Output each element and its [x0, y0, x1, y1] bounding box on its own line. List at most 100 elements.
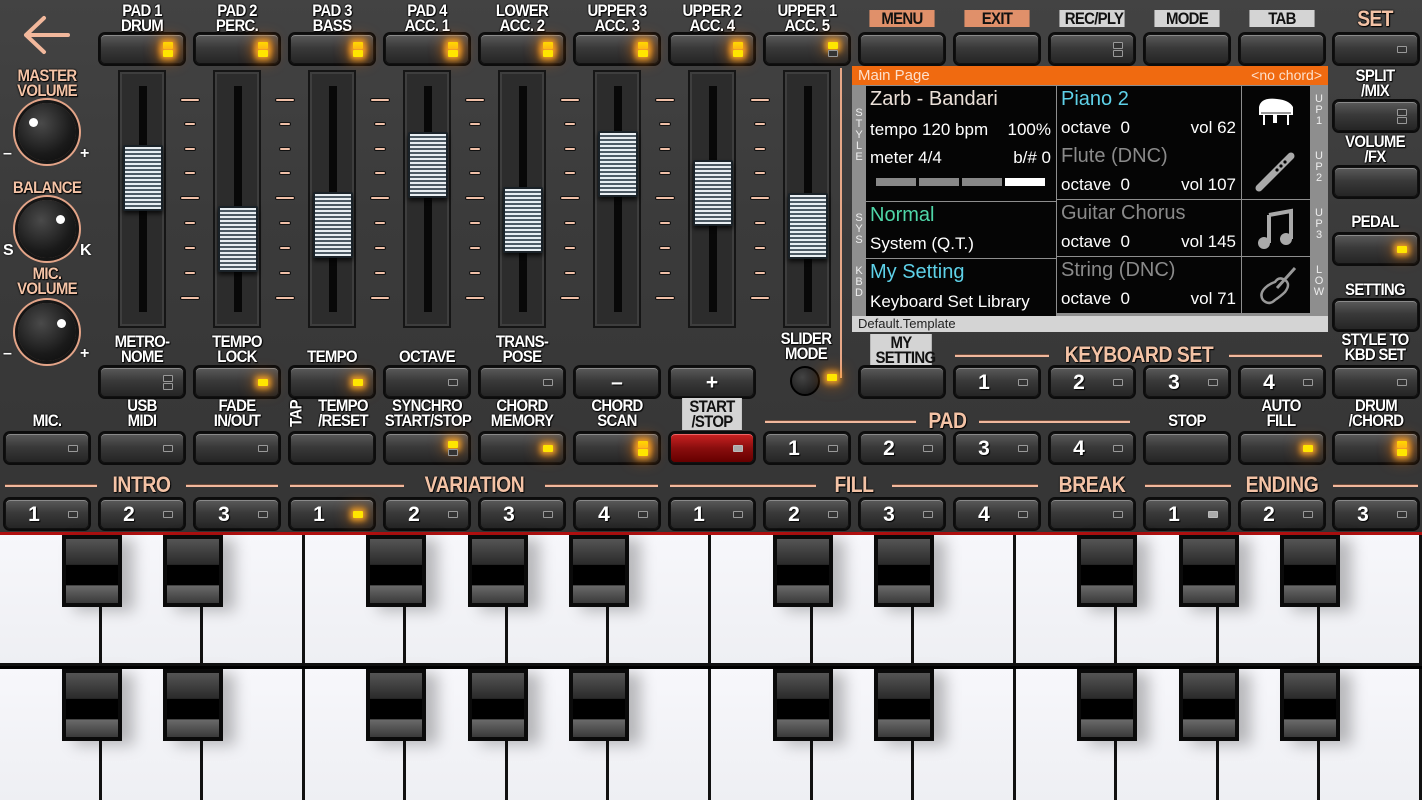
fade-in-out-button[interactable]	[195, 433, 279, 463]
my-setting-button[interactable]	[860, 367, 944, 397]
tempo-button[interactable]	[290, 367, 374, 397]
part-button-5[interactable]	[480, 34, 564, 64]
slider-pad1-drum[interactable]	[118, 70, 166, 328]
style-cell[interactable]: Zarb - Bandari tempo 120 bpm 100% meter …	[866, 86, 1056, 201]
part-icon-cell[interactable]	[1242, 86, 1310, 143]
part-button-4[interactable]	[385, 34, 469, 64]
black-key[interactable]	[1280, 535, 1341, 607]
fill-3-button[interactable]: 3	[860, 499, 944, 529]
black-key[interactable]	[569, 535, 630, 607]
black-key[interactable]	[1077, 535, 1138, 607]
part-icon-cell[interactable]	[1242, 200, 1310, 256]
keyboard-set-4-button[interactable]: 4	[1240, 367, 1324, 397]
ending-2-button[interactable]: 2	[1240, 499, 1324, 529]
set-button[interactable]	[1334, 34, 1418, 64]
master-volume-knob[interactable]	[18, 103, 76, 161]
intro-3-button[interactable]: 3	[195, 499, 279, 529]
keyboard-set-3-button[interactable]: 3	[1145, 367, 1229, 397]
kbd-cell[interactable]: My Setting Keyboard Set Library	[866, 259, 1056, 316]
black-key[interactable]	[163, 535, 224, 607]
exit-button[interactable]	[955, 34, 1039, 64]
part-button-2[interactable]	[195, 34, 279, 64]
tab-button[interactable]	[1240, 34, 1324, 64]
part-icon-cell[interactable]	[1242, 257, 1310, 313]
black-key[interactable]	[1178, 669, 1239, 741]
usb-midi-button[interactable]	[100, 433, 184, 463]
fill-2-button[interactable]: 2	[765, 499, 849, 529]
tempo-reset-button[interactable]	[290, 433, 374, 463]
black-key[interactable]	[366, 669, 427, 741]
black-key[interactable]	[61, 669, 122, 741]
metro-nome-button[interactable]	[100, 367, 184, 397]
intro-1-button[interactable]: 1	[5, 499, 89, 529]
trans-pose-button[interactable]	[480, 367, 564, 397]
octave-button[interactable]	[385, 367, 469, 397]
slider-thumb[interactable]	[693, 159, 733, 226]
setting-button[interactable]	[1334, 300, 1418, 330]
keyboard-set-1-button[interactable]: 1	[955, 367, 1039, 397]
black-key[interactable]	[772, 535, 833, 607]
part-cell-2[interactable]: Flute (DNC) octave 0 vol 107	[1057, 143, 1241, 199]
black-key[interactable]	[61, 535, 122, 607]
black-key[interactable]	[1178, 535, 1239, 607]
ending-1-button[interactable]: 1	[1145, 499, 1229, 529]
part-cell-4[interactable]: String (DNC) octave 0 vol 71	[1057, 257, 1241, 313]
tempo-plus-button[interactable]: +	[670, 367, 754, 397]
back-arrow-icon[interactable]	[22, 14, 72, 56]
tempo-lock-button[interactable]	[195, 367, 279, 397]
variation-2-button[interactable]: 2	[385, 499, 469, 529]
slider-thumb[interactable]	[598, 130, 638, 197]
pedal-button[interactable]	[1334, 234, 1418, 264]
part-button-3[interactable]	[290, 34, 374, 64]
menu-button[interactable]	[860, 34, 944, 64]
slider-upper3-acc3[interactable]	[593, 70, 641, 328]
drum-chord-button[interactable]	[1334, 433, 1418, 463]
tempo-minus-button[interactable]: –	[575, 367, 659, 397]
stop-button[interactable]	[1145, 433, 1229, 463]
part-icon-cell[interactable]	[1242, 143, 1310, 199]
variation-3-button[interactable]: 3	[480, 499, 564, 529]
part-button-1[interactable]	[100, 34, 184, 64]
part-button-7[interactable]	[670, 34, 754, 64]
part-cell-3[interactable]: Guitar Chorus octave 0 vol 145	[1057, 200, 1241, 256]
rec-ply-button[interactable]	[1050, 34, 1134, 64]
ending-3-button[interactable]: 3	[1334, 499, 1418, 529]
slider-thumb[interactable]	[408, 132, 448, 199]
slider-thumb[interactable]	[788, 193, 828, 260]
split-mix-button[interactable]	[1334, 101, 1418, 131]
chord-scan-button[interactable]	[575, 433, 659, 463]
mic-volume-knob[interactable]	[18, 303, 76, 361]
slider-pad3-bass[interactable]	[308, 70, 356, 328]
synchro-start-stop-button[interactable]	[385, 433, 469, 463]
pad-2-button[interactable]: 2	[860, 433, 944, 463]
start-stop-button[interactable]	[670, 433, 754, 463]
fill-1-button[interactable]: 1	[670, 499, 754, 529]
mode-button[interactable]	[1145, 34, 1229, 64]
black-key[interactable]	[366, 535, 427, 607]
slider-mode-button[interactable]	[790, 366, 820, 396]
auto-fill-button[interactable]	[1240, 433, 1324, 463]
slider-pad4-acc1[interactable]	[403, 70, 451, 328]
mic-button[interactable]	[5, 433, 89, 463]
style-to-kbd-set-button[interactable]	[1334, 367, 1418, 397]
black-key[interactable]	[569, 669, 630, 741]
slider-thumb[interactable]	[503, 186, 543, 253]
black-key[interactable]	[772, 669, 833, 741]
chord-memory-button[interactable]	[480, 433, 564, 463]
intro-2-button[interactable]: 2	[100, 499, 184, 529]
part-button-6[interactable]	[575, 34, 659, 64]
black-key[interactable]	[874, 535, 935, 607]
pad-1-button[interactable]: 1	[765, 433, 849, 463]
slider-thumb[interactable]	[313, 191, 353, 258]
break-button[interactable]	[1050, 499, 1134, 529]
part-cell-1[interactable]: Piano 2 octave 0 vol 62	[1057, 86, 1241, 143]
slider-thumb[interactable]	[123, 145, 163, 212]
black-key[interactable]	[467, 669, 528, 741]
sys-cell[interactable]: Normal System (Q.T.)	[866, 202, 1056, 258]
black-key[interactable]	[1077, 669, 1138, 741]
fill-4-button[interactable]: 4	[955, 499, 1039, 529]
keyboard-set-2-button[interactable]: 2	[1050, 367, 1134, 397]
slider-upper1-acc5[interactable]	[783, 70, 831, 328]
slider-thumb[interactable]	[218, 206, 258, 272]
black-key[interactable]	[163, 669, 224, 741]
